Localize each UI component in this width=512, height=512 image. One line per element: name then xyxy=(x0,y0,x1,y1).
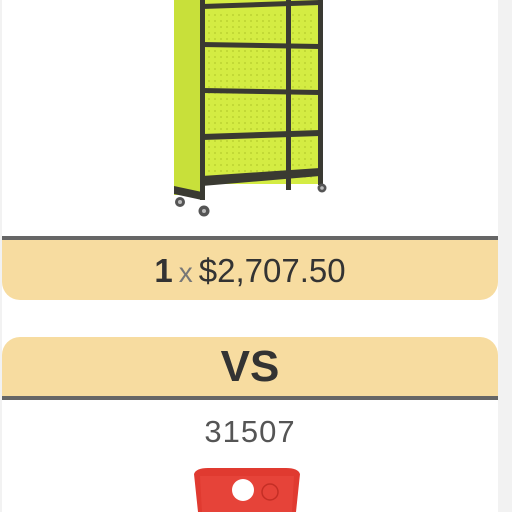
bookcase-illustration xyxy=(174,0,327,217)
red-seat-illustration xyxy=(194,468,300,512)
vs-banner: VS xyxy=(2,337,498,400)
page: 1 x $2,707.50 VS 31507 xyxy=(0,0,512,512)
multiply-symbol: x xyxy=(178,257,193,288)
seat-handle-hole xyxy=(232,479,254,501)
product-image-bookcase[interactable] xyxy=(170,0,330,222)
bookcase-upright-left xyxy=(200,0,205,200)
bookcase-upright-middle xyxy=(286,0,291,190)
price-value: $2,707.50 xyxy=(198,252,346,289)
vs-label: VS xyxy=(220,342,280,391)
quantity-value: 1 xyxy=(154,252,173,289)
product-image-red-seat[interactable] xyxy=(188,466,306,512)
pegboard-texture xyxy=(206,10,316,180)
price-bar: 1 x $2,707.50 xyxy=(2,236,498,300)
bookcase-side-panel xyxy=(174,0,202,195)
second-product-sku: 31507 xyxy=(204,414,296,449)
